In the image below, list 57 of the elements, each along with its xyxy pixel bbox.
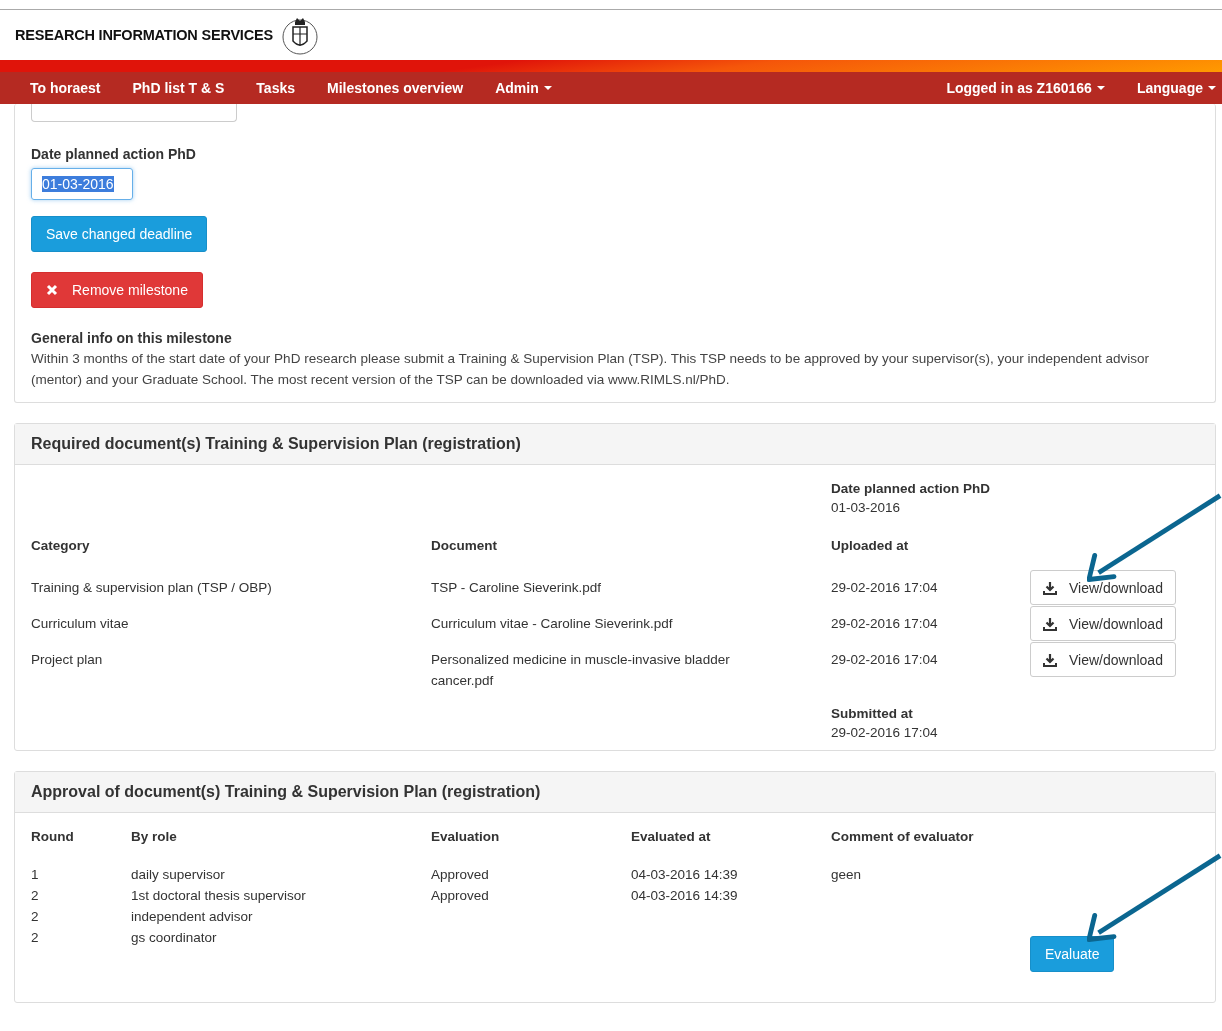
download-icon bbox=[1043, 616, 1057, 631]
close-icon bbox=[46, 284, 58, 296]
column-header: Date planned action PhD bbox=[831, 481, 992, 496]
table-cell-text: 01-03-2016 bbox=[831, 500, 902, 515]
table-cell-text: Personalized medicine in muscle-invasive bladder cancer.pdf bbox=[431, 651, 731, 690]
column-header: Comment of evaluator bbox=[831, 829, 975, 844]
table-cell-text: Training & supervision plan (TSP / OBP) bbox=[31, 579, 273, 597]
table-cell: 04-03-2016 14:39 bbox=[631, 888, 738, 903]
column-header: Category bbox=[31, 538, 91, 553]
table-cell-text: 2 bbox=[31, 887, 40, 905]
view-download-button[interactable]: View/download bbox=[1030, 642, 1176, 677]
table-cell: geen bbox=[831, 867, 862, 882]
table-cell: Approved bbox=[431, 888, 489, 903]
table-cell-text: gs coordinator bbox=[131, 929, 218, 947]
table-cell-text: 1st doctoral thesis supervisor bbox=[131, 887, 307, 905]
table-cell-text: 29-02-2016 17:04 bbox=[831, 725, 939, 740]
info-title: General info on this milestone bbox=[31, 330, 232, 346]
download-icon bbox=[1043, 652, 1057, 667]
nav-link[interactable]: To horaest bbox=[0, 80, 117, 96]
column-header: Evaluated at bbox=[631, 829, 712, 844]
table-cell-text: 29-02-2016 17:04 bbox=[831, 615, 939, 633]
table-cell-text: TSP - Caroline Sieverink.pdf bbox=[431, 579, 603, 597]
field-label: Date planned action PhD bbox=[31, 146, 196, 162]
table-cell-text: 29-02-2016 17:04 bbox=[831, 579, 939, 597]
back-button[interactable] bbox=[31, 104, 237, 122]
panel-heading: Approval of document(s) Training & Supervision Plan (registration) bbox=[15, 772, 1215, 813]
table-cell-text: 2 bbox=[31, 929, 40, 947]
nav-link[interactable]: Language bbox=[1120, 80, 1222, 96]
nav-link[interactable]: Admin bbox=[479, 80, 568, 96]
column-header: By role bbox=[131, 829, 178, 844]
date-field[interactable]: 01-03-2016 bbox=[31, 168, 133, 200]
view-download-button[interactable]: View/download bbox=[1030, 606, 1176, 641]
info-text: Within 3 months of the start date of your PhD research please submit a Training & Supervision Plan (TSP). This TSP needs to be approved by your supervisor(s), your independent advisor (mentor) and your Graduate School. The most recent version of the TSP can be downloaded via www.RIMLS.nl/PhD. bbox=[31, 350, 1151, 389]
column-header: Evaluation bbox=[431, 829, 501, 844]
table-cell-text: daily supervisor bbox=[131, 866, 226, 884]
table-cell-text: independent advisor bbox=[131, 908, 254, 926]
nav-link[interactable]: PhD list T & S bbox=[116, 80, 241, 96]
panel-heading: Required document(s) Training & Supervision Plan (registration) bbox=[15, 424, 1215, 465]
view-download-button[interactable]: View/download bbox=[1030, 570, 1176, 605]
download-icon bbox=[1043, 580, 1057, 595]
table-cell-text: Curriculum vitae bbox=[31, 615, 130, 633]
nav-link[interactable]: Tasks bbox=[240, 80, 311, 96]
table-cell-text: Project plan bbox=[31, 651, 104, 669]
table-cell: 04-03-2016 14:39 bbox=[631, 867, 738, 882]
column-header: Uploaded at bbox=[831, 538, 910, 553]
table-cell-text: Curriculum vitae - Caroline Sieverink.pdf bbox=[431, 615, 674, 633]
table-cell-text: 2 bbox=[31, 908, 40, 926]
table-cell-text: 1 bbox=[31, 866, 40, 884]
nav-link[interactable]: Logged in as Z160166 bbox=[916, 80, 1121, 96]
column-header: Submitted at bbox=[831, 706, 914, 721]
column-header: Document bbox=[431, 538, 498, 553]
table-cell: Approved bbox=[431, 867, 489, 882]
table-cell-text: 29-02-2016 17:04 bbox=[831, 651, 939, 669]
nav-link[interactable]: Milestones overview bbox=[311, 80, 480, 96]
column-header: Round bbox=[31, 829, 75, 844]
site-title: RESEARCH INFORMATION SERVICES bbox=[15, 27, 273, 43]
remove-milestone-button[interactable]: Remove milestone bbox=[31, 272, 203, 308]
